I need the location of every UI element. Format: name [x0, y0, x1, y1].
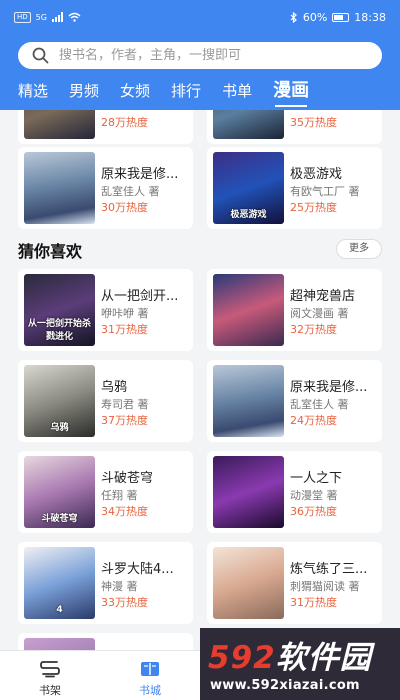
comic-title: 一人之下	[290, 471, 343, 486]
app-header: HD 5G 60% 18:38 精选 男频 女频 排行 书单 漫画	[0, 0, 400, 110]
comic-heat: 35万热度	[290, 116, 337, 129]
bookshelf-icon	[40, 661, 60, 678]
comic-cover: 斗破苍穹	[24, 456, 95, 528]
watermark: 592软件园 www.592xiazai.com	[200, 628, 400, 700]
network-type: 5G	[35, 12, 47, 22]
comic-card[interactable]: 28万热度	[18, 110, 193, 144]
comic-cover-title: 斗破苍穹	[41, 514, 78, 524]
hd-indicator: HD	[14, 11, 31, 23]
bookstore-icon	[141, 662, 159, 676]
wifi-icon	[68, 12, 81, 22]
nav-bookshelf-label: 书架	[39, 684, 61, 697]
battery-percent: 60%	[302, 10, 328, 24]
comic-card[interactable]: 炼气练了三... 刺猬猫阅读 著 31万热度	[207, 542, 382, 624]
comic-heat: 37万热度	[101, 414, 148, 427]
tab-jingxuan[interactable]: 精选	[18, 78, 48, 104]
comic-author: 寿司君 著	[101, 398, 149, 411]
comic-author: 咿咔咿 著	[101, 307, 149, 320]
comic-feed[interactable]: 28万热度 35万热度 原来我是修... 乱室佳人 著 30万热度 极恶游戏 极…	[0, 110, 400, 650]
comic-heat: 25万热度	[290, 201, 337, 214]
comic-cover	[24, 152, 95, 224]
tab-shudan[interactable]: 书单	[222, 78, 252, 104]
comic-title: 斗破苍穹	[101, 471, 154, 486]
comic-author: 动漫堂 著	[290, 489, 338, 502]
comic-author: 刺猬猫阅读 著	[290, 580, 360, 593]
comic-author: 阅文漫画 著	[290, 307, 349, 320]
comic-author: 有欧气工厂 著	[290, 185, 360, 198]
comic-heat: 31万热度	[101, 323, 148, 336]
comic-title: 炼气练了三...	[290, 562, 368, 577]
clock: 18:38	[354, 10, 386, 24]
nav-bookshelf[interactable]: 书架	[20, 651, 80, 700]
comic-cover	[213, 110, 284, 139]
comic-heat: 28万热度	[101, 116, 148, 129]
comic-heat: 24万热度	[290, 414, 337, 427]
comic-card[interactable]	[18, 633, 193, 650]
comic-cover	[213, 547, 284, 619]
comic-cover: 极恶游戏	[213, 152, 284, 224]
comic-title: 极恶游戏	[290, 167, 343, 182]
search-icon	[32, 47, 49, 64]
bluetooth-icon	[290, 11, 297, 23]
comic-heat: 36万热度	[290, 505, 337, 518]
comic-cover-title: 4	[56, 605, 63, 615]
comic-cover	[213, 456, 284, 528]
comic-title: 从一把剑开...	[101, 289, 179, 304]
search-input[interactable]	[59, 48, 339, 63]
comic-heat: 30万热度	[101, 201, 148, 214]
tab-manhua[interactable]: 漫画	[273, 78, 309, 107]
comic-cover	[213, 274, 284, 346]
comic-cover	[213, 365, 284, 437]
comic-cover	[24, 638, 95, 650]
search-bar[interactable]	[18, 42, 382, 69]
comic-card[interactable]: 4 斗罗大陆4... 神漫 著 33万热度	[18, 542, 193, 624]
status-bar: HD 5G 60% 18:38	[0, 0, 400, 34]
comic-card[interactable]: 乌鸦 乌鸦 寿司君 著 37万热度	[18, 360, 193, 442]
comic-cover-title: 乌鸦	[50, 423, 69, 433]
battery-icon	[332, 12, 350, 22]
tab-nvpin[interactable]: 女频	[120, 78, 150, 104]
category-tabs: 精选 男频 女频 排行 书单 漫画	[0, 76, 400, 107]
comic-title: 原来我是修...	[101, 167, 179, 182]
comic-author: 乱室佳人 著	[290, 398, 349, 411]
comic-title: 乌鸦	[101, 380, 128, 395]
comic-heat: 32万热度	[290, 323, 337, 336]
comic-title: 原来我是修...	[290, 380, 368, 395]
comic-cover-title: 极恶游戏	[230, 210, 267, 220]
comic-card[interactable]: 斗破苍穹 斗破苍穹 任翔 著 34万热度	[18, 451, 193, 533]
comic-card[interactable]: 超神宠兽店 阅文漫画 著 32万热度	[207, 269, 382, 351]
comic-card[interactable]: 一人之下 动漫堂 著 36万热度	[207, 451, 382, 533]
comic-card[interactable]: 35万热度	[207, 110, 382, 144]
more-button[interactable]: 更多	[336, 239, 382, 259]
comic-author: 乱室佳人 著	[101, 185, 160, 198]
comic-author: 神漫 著	[101, 580, 138, 593]
comic-heat: 31万热度	[290, 596, 337, 609]
comic-cover: 乌鸦	[24, 365, 95, 437]
comic-cover: 4	[24, 547, 95, 619]
comic-title: 超神宠兽店	[290, 289, 356, 304]
comic-card[interactable]: 原来我是修... 乱室佳人 著 24万热度	[207, 360, 382, 442]
comic-card[interactable]: 原来我是修... 乱室佳人 著 30万热度	[18, 147, 193, 229]
watermark-url: www.592xiazai.com	[210, 678, 360, 693]
comic-author: 任翔 著	[101, 489, 138, 502]
comic-cover	[24, 110, 95, 139]
signal-icon	[51, 12, 63, 22]
tab-nanpin[interactable]: 男频	[69, 78, 99, 104]
comic-cover-title: 从一把剑开始杀戮进化	[27, 319, 91, 342]
watermark-logo: 592软件园	[208, 640, 372, 676]
nav-bookstore-label: 书城	[139, 684, 161, 697]
comic-cover: 从一把剑开始杀戮进化	[24, 274, 95, 346]
comic-heat: 34万热度	[101, 505, 148, 518]
comic-heat: 33万热度	[101, 596, 148, 609]
comic-card[interactable]: 从一把剑开始杀戮进化 从一把剑开... 咿咔咿 著 31万热度	[18, 269, 193, 351]
tab-paihang[interactable]: 排行	[171, 78, 201, 104]
nav-bookstore[interactable]: 书城	[120, 651, 180, 700]
section-title-guess: 猜你喜欢	[18, 242, 83, 261]
comic-title: 斗罗大陆4...	[101, 562, 174, 577]
comic-card[interactable]: 极恶游戏 极恶游戏 有欧气工厂 著 25万热度	[207, 147, 382, 229]
